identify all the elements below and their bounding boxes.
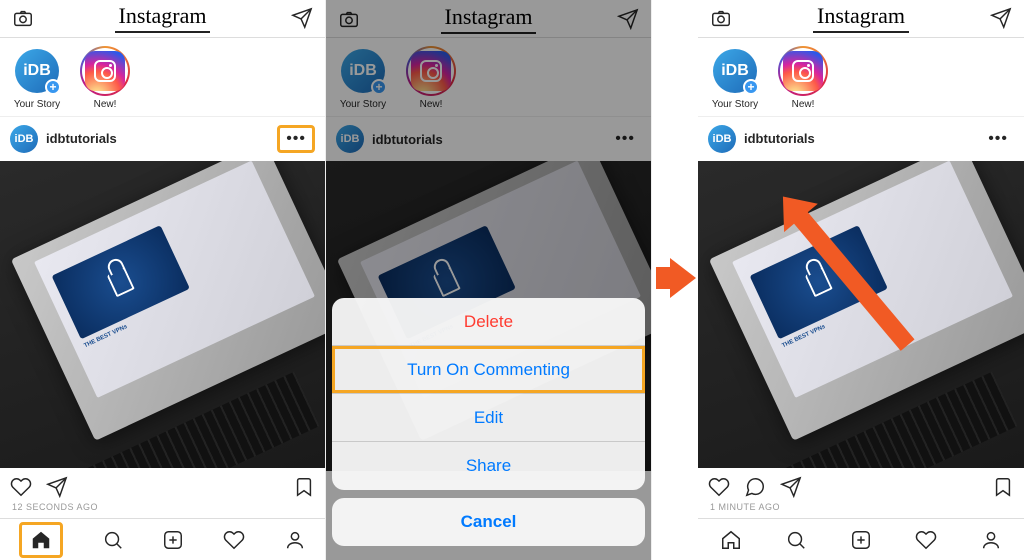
stories-row: iDB+ Your Story New!: [0, 38, 325, 116]
screen-2: Instagram iDB+ Your Story New! iDB idbtu…: [326, 0, 652, 560]
tab-search[interactable]: [102, 529, 124, 551]
instagram-icon: [94, 60, 116, 82]
camera-icon[interactable]: [12, 7, 34, 29]
top-bar: Instagram: [0, 0, 325, 38]
post-avatar[interactable]: iDB: [708, 125, 736, 153]
like-icon[interactable]: [708, 476, 730, 498]
post-username[interactable]: idbtutorials: [46, 131, 269, 146]
story-label: Your Story: [14, 99, 60, 110]
bookmark-icon[interactable]: [293, 476, 315, 498]
send-icon[interactable]: [990, 7, 1012, 29]
plus-icon: +: [45, 79, 61, 95]
sheet-share[interactable]: Share: [332, 442, 645, 490]
more-options-button[interactable]: •••: [277, 125, 315, 153]
tab-activity[interactable]: [223, 529, 245, 551]
post-image[interactable]: THE BEST VPNs: [698, 161, 1024, 469]
timestamp: 12 SECONDS AGO: [0, 502, 325, 518]
story-your-story[interactable]: iDB+ Your Story: [12, 46, 62, 110]
story-your-story[interactable]: iDB+ Your Story: [710, 46, 760, 110]
like-icon[interactable]: [10, 476, 32, 498]
action-sheet: Delete Turn On Commenting Edit Share Can…: [332, 298, 645, 554]
timestamp: 1 MINUTE AGO: [698, 502, 1024, 518]
share-icon[interactable]: [780, 476, 802, 498]
bookmark-icon[interactable]: [992, 476, 1014, 498]
post-avatar[interactable]: iDB: [10, 125, 38, 153]
sheet-edit[interactable]: Edit: [332, 394, 645, 442]
app-logo: Instagram: [813, 3, 909, 33]
more-options-button[interactable]: •••: [982, 128, 1014, 150]
stories-row: iDB+ Your Story New!: [698, 38, 1024, 116]
post-image[interactable]: THE BEST VPNs: [0, 161, 325, 469]
tab-bar: [0, 518, 325, 560]
tab-profile[interactable]: [980, 529, 1002, 551]
tab-home[interactable]: [19, 522, 63, 558]
screen-3: Instagram iDB+ Your Story New! iDB idbtu…: [698, 0, 1024, 560]
tab-home[interactable]: [720, 529, 742, 551]
post-header: iDB idbtutorials •••: [0, 116, 325, 161]
sheet-cancel[interactable]: Cancel: [332, 498, 645, 546]
tab-add[interactable]: [850, 529, 872, 551]
sheet-delete[interactable]: Delete: [332, 298, 645, 346]
post-actions: [0, 468, 325, 502]
story-label: New!: [94, 99, 117, 110]
post-actions: [698, 468, 1024, 502]
story-avatar-text: iDB: [23, 62, 51, 80]
share-icon[interactable]: [46, 476, 68, 498]
tab-bar: [698, 518, 1024, 560]
send-icon[interactable]: [291, 7, 313, 29]
comment-icon[interactable]: [744, 476, 766, 498]
tab-profile[interactable]: [284, 529, 306, 551]
story-new[interactable]: New!: [80, 46, 130, 110]
app-logo: Instagram: [115, 3, 211, 33]
sheet-turn-on-commenting[interactable]: Turn On Commenting: [332, 346, 645, 394]
lock-icon: [107, 267, 135, 297]
tab-activity[interactable]: [915, 529, 937, 551]
post-username[interactable]: idbtutorials: [744, 131, 974, 146]
screen-1: Instagram iDB+ Your Story New! iDB idbtu…: [0, 0, 326, 560]
top-bar: Instagram: [698, 0, 1024, 38]
tab-search[interactable]: [785, 529, 807, 551]
post-header: iDB idbtutorials •••: [698, 116, 1024, 161]
story-new[interactable]: New!: [778, 46, 828, 110]
camera-icon[interactable]: [710, 7, 732, 29]
tab-add[interactable]: [162, 529, 184, 551]
